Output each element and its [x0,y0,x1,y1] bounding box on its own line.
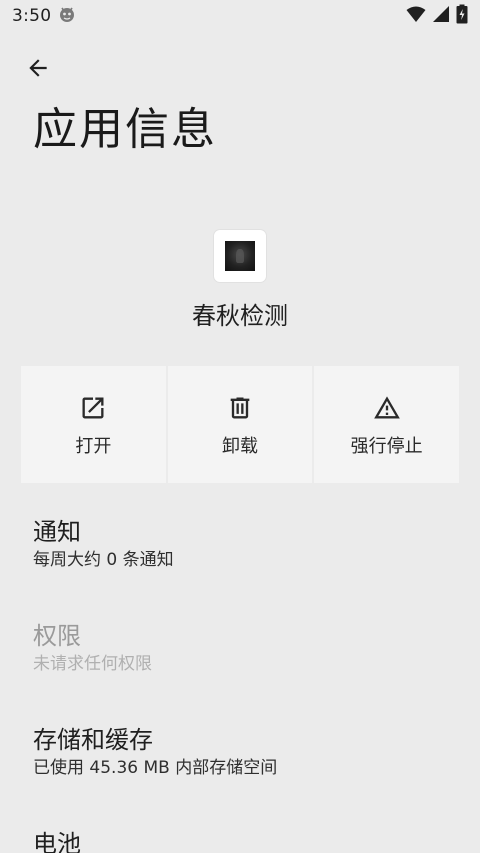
open-label: 打开 [75,436,112,457]
status-bar: 3:50 [0,0,480,32]
uninstall-button[interactable]: 卸载 [167,366,313,483]
storage-summary: 已使用 45.36 MB 内部存储空间 [33,758,278,778]
uninstall-label: 卸载 [222,436,258,457]
status-right [406,4,468,29]
app-name: 春秋检测 [192,302,288,330]
warning-icon [373,394,401,422]
notifications-title: 通知 [33,518,81,546]
arrow-back-icon [25,55,51,85]
status-time: 3:50 [12,6,52,26]
force-stop-label: 强行停止 [350,436,423,457]
page-title: 应用信息 [33,104,217,155]
battery-charging-icon [456,4,468,29]
permissions-item[interactable]: 权限 未请求任何权限 [33,620,460,676]
back-button[interactable] [16,48,60,92]
cell-signal-icon [432,5,450,28]
battery-title: 电池 [33,830,81,853]
action-buttons: 打开 卸载 强行停止 [21,366,460,483]
storage-title: 存储和缓存 [33,726,153,754]
permissions-summary: 未请求任何权限 [33,654,152,674]
open-button[interactable]: 打开 [21,366,166,483]
status-left: 3:50 [12,4,77,29]
wifi-icon [406,5,426,28]
app-icon-image [225,241,255,271]
trash-icon [226,394,254,422]
notifications-item[interactable]: 通知 每周大约 0 条通知 [33,516,460,572]
app-info-screen: 3:50 应用信息 春秋检测 打开 卸载 强行停止 通知 每周大约 0 条通知 … [0,0,480,853]
android-debug-icon [57,4,77,29]
app-icon [214,230,266,282]
storage-item[interactable]: 存储和缓存 已使用 45.36 MB 内部存储空间 [33,724,460,780]
notifications-summary: 每周大约 0 条通知 [33,550,174,570]
open-external-icon [79,394,107,422]
battery-item[interactable]: 电池 [33,828,460,853]
permissions-title: 权限 [33,622,81,650]
force-stop-button[interactable]: 强行停止 [314,366,460,483]
